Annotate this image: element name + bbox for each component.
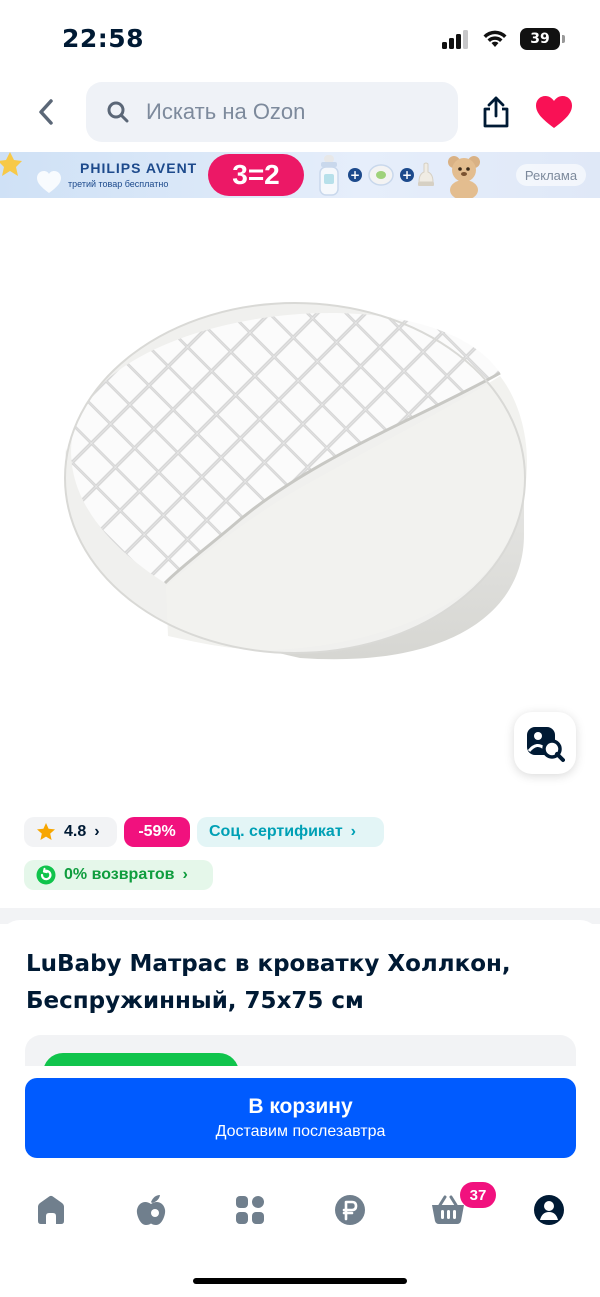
catalog-grid-icon xyxy=(236,1196,264,1224)
photo-search-icon xyxy=(527,727,565,762)
share-button[interactable] xyxy=(476,92,516,132)
teat-icon xyxy=(418,162,434,186)
tab-home[interactable] xyxy=(23,1186,79,1234)
product-gallery[interactable] xyxy=(0,198,600,798)
back-button[interactable] xyxy=(28,94,64,130)
status-icons: 39 xyxy=(442,28,565,50)
status-bar: 22:58 39 xyxy=(0,0,600,80)
plus-icon: + xyxy=(348,168,362,182)
chevron-left-icon xyxy=(39,99,53,125)
rating-badge[interactable]: 4.8 › xyxy=(24,817,117,847)
product-badges: 4.8 › -59% Соц. сертификат › 0% возврато… xyxy=(0,800,600,908)
star-decoration-icon xyxy=(0,152,22,176)
tab-finance[interactable] xyxy=(322,1186,378,1234)
share-icon xyxy=(483,96,509,128)
ad-banner[interactable]: PHILIPS AVENT третий товар бесплатно 3=2… xyxy=(0,152,600,198)
tab-fresh[interactable] xyxy=(123,1186,179,1234)
chevron-right-icon: › xyxy=(94,823,100,840)
top-navigation: Искать на Ozon xyxy=(0,80,600,152)
chevron-right-icon: › xyxy=(182,866,188,883)
plus-icon-2: + xyxy=(400,168,414,182)
heart-decoration-icon xyxy=(37,171,61,193)
bottom-tab-bar: 37 xyxy=(0,1174,600,1297)
search-icon xyxy=(107,101,129,123)
add-to-cart-label: В корзину xyxy=(248,1095,353,1118)
favorite-button[interactable] xyxy=(532,92,576,132)
return-icon xyxy=(36,865,56,885)
returns-label: 0% возвратов xyxy=(64,866,175,883)
product-title: LuBaby Матрас в кроватку Холлкон, Беспру… xyxy=(26,951,511,1014)
certificate-badge[interactable]: Соц. сертификат › xyxy=(197,817,384,847)
add-to-cart-button[interactable]: В корзину Доставим послезавтра xyxy=(25,1078,576,1158)
signal-icon xyxy=(442,30,468,49)
returns-badge[interactable]: 0% возвратов › xyxy=(24,860,213,890)
search-placeholder: Искать на Ozon xyxy=(146,99,306,124)
bottle-icon xyxy=(319,155,339,196)
cta-area: В корзину Доставим послезавтра xyxy=(0,1066,600,1174)
home-icon xyxy=(38,1195,64,1224)
ad-subtitle: третий товар бесплатно xyxy=(68,179,169,189)
product-image xyxy=(64,302,528,660)
ad-brand: PHILIPS AVENT xyxy=(80,160,198,176)
battery-indicator: 39 xyxy=(520,28,565,50)
rating-value: 4.8 xyxy=(64,823,87,840)
status-time: 22:58 xyxy=(62,24,145,53)
discount-badge: -59% xyxy=(124,817,190,847)
certificate-label: Соц. сертификат xyxy=(209,823,343,840)
image-search-button[interactable] xyxy=(514,712,576,774)
wifi-icon xyxy=(483,30,507,47)
ad-promo: 3=2 xyxy=(208,154,304,196)
chevron-right-icon: › xyxy=(350,823,356,840)
home-indicator xyxy=(193,1278,407,1284)
profile-icon xyxy=(534,1195,564,1225)
teddy-bear-icon xyxy=(448,156,480,198)
heart-icon xyxy=(536,96,572,128)
search-input[interactable]: Искать на Ozon xyxy=(86,82,458,142)
tab-catalog[interactable] xyxy=(222,1186,278,1234)
ruble-icon xyxy=(335,1195,365,1225)
pacifier-icon xyxy=(368,164,394,186)
tab-profile[interactable] xyxy=(521,1186,577,1234)
cart-count-badge: 37 xyxy=(460,1182,496,1208)
apple-icon xyxy=(136,1195,166,1225)
ad-label: Реклама xyxy=(516,164,586,186)
star-icon xyxy=(37,823,55,840)
delivery-label: Доставим послезавтра xyxy=(215,1123,386,1140)
